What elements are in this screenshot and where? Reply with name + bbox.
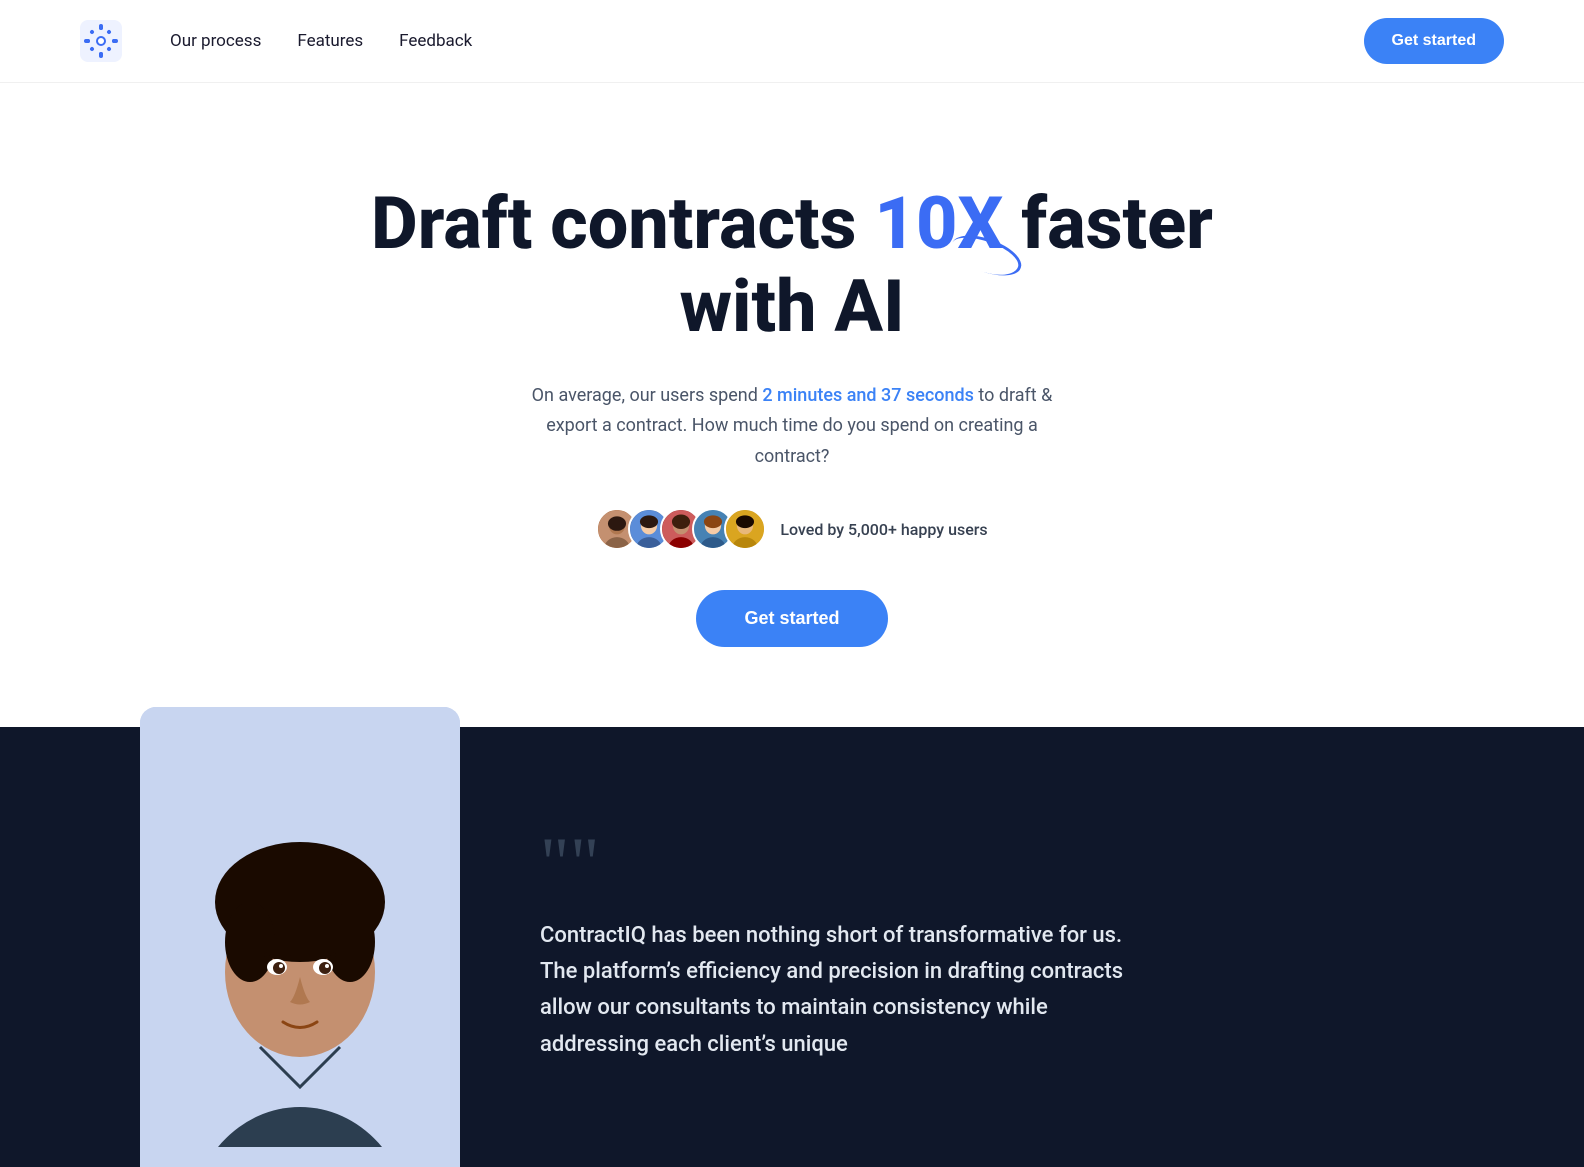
- subtitle-part1: On average, our users spend: [532, 385, 763, 406]
- hero-section: Draft contracts 10X faster with AI On av…: [0, 83, 1584, 727]
- avatar: [724, 508, 766, 550]
- person-image-container: [140, 707, 460, 1167]
- testimonial-section: " " ContractIQ has been nothing short of…: [0, 727, 1584, 1167]
- subtitle-highlight: 2 minutes and 37 seconds: [762, 385, 974, 406]
- nav-links: Our process Features Feedback: [170, 31, 472, 51]
- navbar-left: Our process Features Feedback: [80, 20, 472, 62]
- logo-container[interactable]: [80, 20, 122, 62]
- nav-link-features[interactable]: Features: [297, 31, 363, 51]
- svg-text:": ": [570, 832, 599, 892]
- svg-text:": ": [540, 832, 569, 892]
- hero-title-part1: Draft contracts: [371, 181, 874, 266]
- quote-marks-icon: " ": [540, 832, 1504, 898]
- testimonial-text: ContractIQ has been nothing short of tra…: [540, 918, 1140, 1063]
- nav-link-feedback[interactable]: Feedback: [399, 31, 472, 51]
- hero-title-part2: faster: [1003, 181, 1213, 266]
- logo-icon: [80, 20, 122, 62]
- hero-title-highlight: 10X: [874, 183, 1003, 266]
- hero-title-line2: with AI: [679, 264, 904, 349]
- hero-subtitle: On average, our users spend 2 minutes an…: [512, 381, 1072, 473]
- testimonial-content: " " ContractIQ has been nothing short of…: [460, 727, 1584, 1167]
- nav-link-our-process[interactable]: Our process: [170, 31, 261, 51]
- social-proof: Loved by 5,000+ happy users: [596, 508, 987, 550]
- navbar: Our process Features Feedback Get starte…: [0, 0, 1584, 83]
- person-photo: [140, 707, 460, 1147]
- hero-title: Draft contracts 10X faster with AI: [371, 183, 1213, 349]
- get-started-button-nav[interactable]: Get started: [1364, 18, 1504, 64]
- get-started-button-hero[interactable]: Get started: [696, 590, 887, 647]
- avatars-group: [596, 508, 766, 550]
- social-proof-text: Loved by 5,000+ happy users: [780, 520, 987, 539]
